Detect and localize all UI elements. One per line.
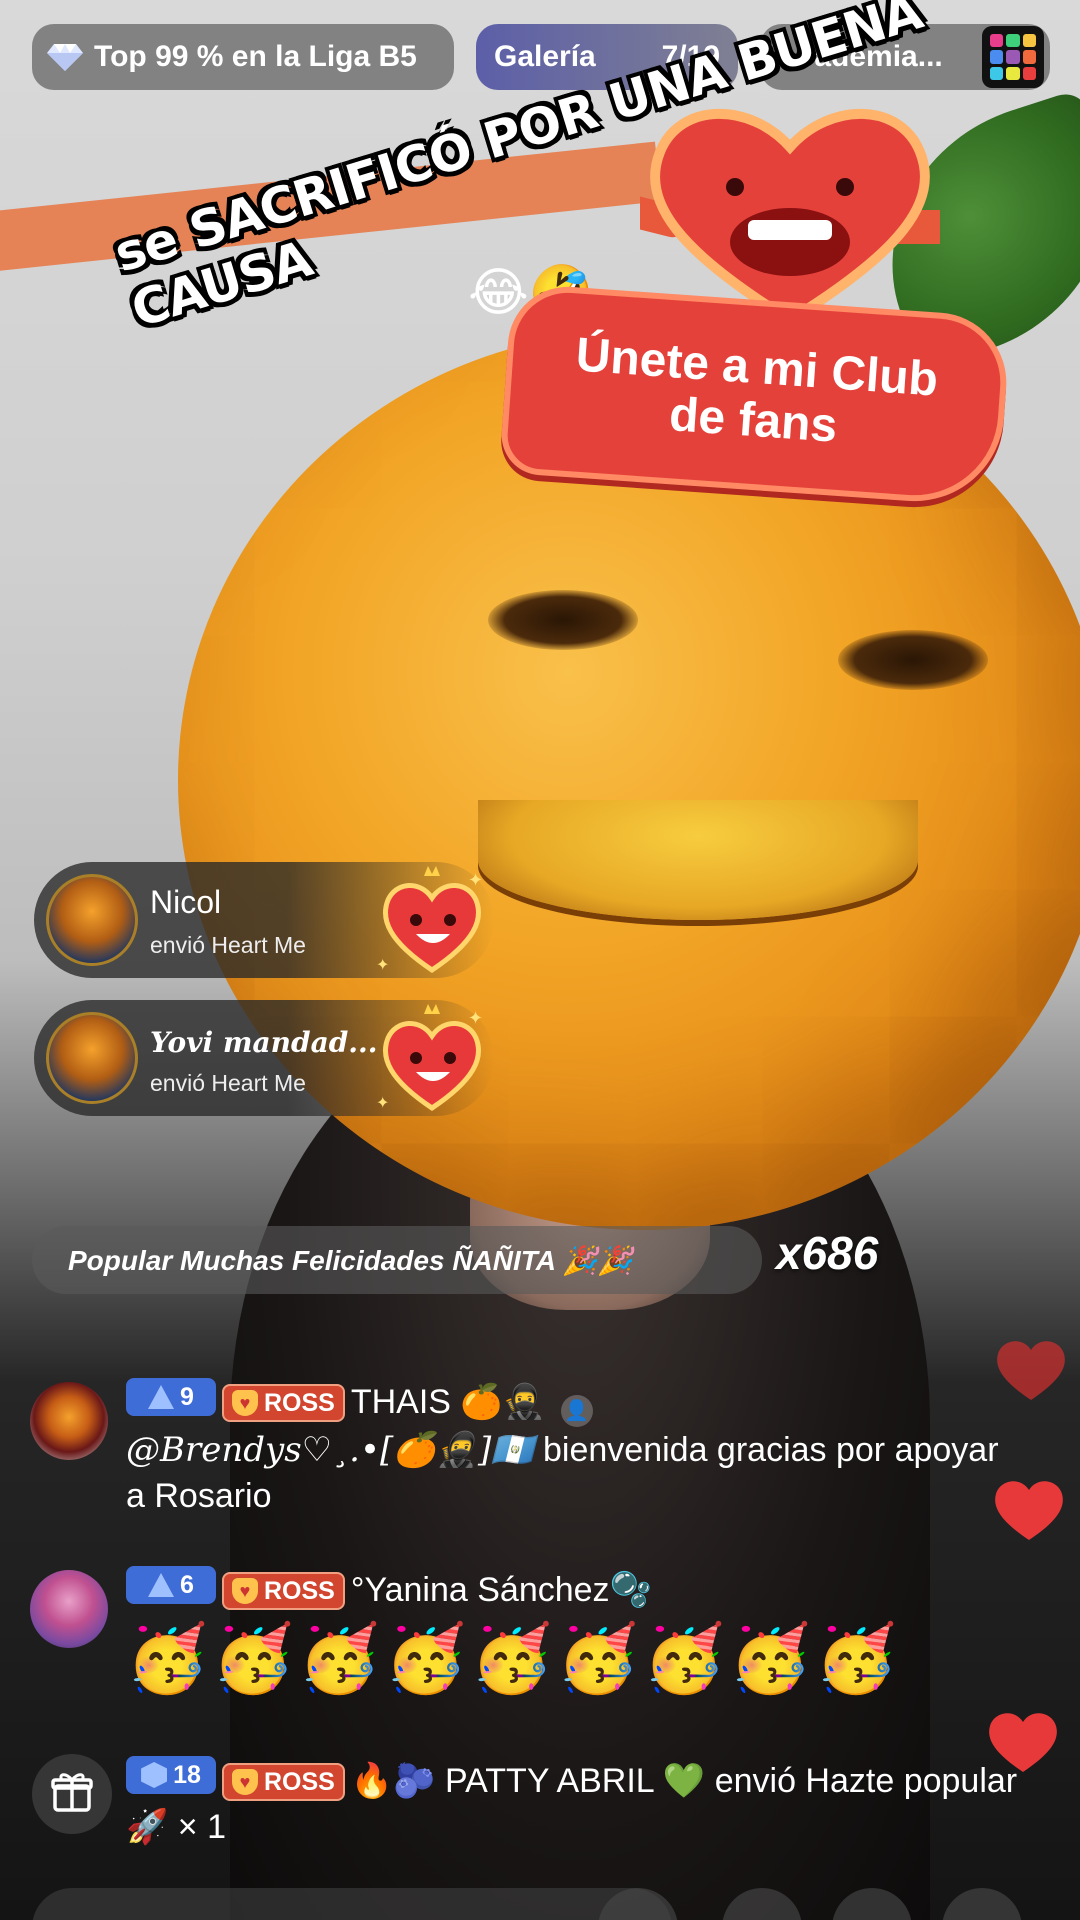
share-button[interactable]	[942, 1888, 1022, 1920]
fan-club-name: ROSS	[264, 1768, 335, 1796]
user-level-badge[interactable]: 18	[126, 1756, 216, 1794]
fan-club-name: ROSS	[264, 1389, 335, 1417]
fan-club-badge[interactable]: ♥ ROSS	[222, 1384, 345, 1422]
chat-username[interactable]: °Yanina Sánchez🫧	[351, 1571, 652, 1609]
bottom-action-bar	[32, 1888, 1080, 1920]
user-level-badge[interactable]: 9	[126, 1378, 216, 1416]
user-level-badge[interactable]: 6	[126, 1566, 216, 1604]
heart-me-icon: ✦ ✦	[372, 862, 492, 982]
league-rank-pill[interactable]: Top 99 % en la Liga B5	[32, 24, 454, 90]
like-button[interactable]	[832, 1888, 912, 1920]
chat-text: 🥳🥳🥳🥳🥳🥳🥳🥳🥳	[126, 1621, 902, 1695]
fan-club-name: ROSS	[264, 1577, 335, 1605]
hexagon-level-icon	[141, 1762, 168, 1788]
gift-sender-name: Yovi mandad...	[150, 1026, 378, 1059]
filter-eye-right	[838, 630, 988, 690]
user-level-value: 18	[173, 1761, 201, 1789]
gift-notification: Nicol envió Heart Me ✦ ✦	[34, 862, 494, 978]
popular-banner-text: Popular Muchas Felicidades ÑAÑITA 🎉🎉	[68, 1244, 633, 1276]
gallery-label: Galería	[494, 40, 596, 73]
league-rank-label: Top 99 % en la Liga B5	[94, 40, 417, 73]
fan-club-button[interactable]	[722, 1888, 802, 1920]
chat-message: 6 ♥ ROSS °Yanina Sánchez🫧 🥳🥳🥳🥳🥳🥳🥳🥳🥳	[30, 1566, 1020, 1716]
chat-message-body: 18 ♥ ROSS 🔥🫐 PATTY ABRIL 💚 envió Hazte p…	[126, 1756, 1020, 1850]
chat-username[interactable]: 🔥🫐 PATTY ABRIL 💚	[351, 1762, 705, 1800]
svg-text:✦: ✦	[468, 1008, 483, 1028]
popular-gift-banner: Popular Muchas Felicidades ÑAÑITA 🎉🎉	[32, 1226, 762, 1294]
chat-message: 9 ♥ ROSS THAIS 🍊🥷 👤 @Brendys♡¸.•[🍊🥷]🇬🇹 b…	[30, 1378, 1020, 1548]
chat-message: 18 ♥ ROSS 🔥🫐 PATTY ABRIL 💚 envió Hazte p…	[30, 1756, 1020, 1866]
gift-action: envió Heart Me	[150, 1070, 306, 1096]
fan-club-badge[interactable]: ♥ ROSS	[222, 1572, 345, 1610]
avatar[interactable]	[30, 1570, 108, 1648]
join-fan-club-button[interactable]: Únete a mi Club de fans	[498, 282, 1012, 508]
heart-me-icon: ✦ ✦	[372, 1000, 492, 1120]
gift-multiplier: x686	[776, 1227, 879, 1279]
join-fan-club-label: Únete a mi Club de fans	[574, 328, 940, 453]
triangle-level-icon	[148, 1385, 175, 1409]
user-level-value: 9	[180, 1383, 194, 1411]
chat-message-body: 6 ♥ ROSS °Yanina Sánchez🫧 🥳🥳🥳🥳🥳🥳🥳🥳🥳	[126, 1566, 1020, 1703]
chat-username[interactable]: THAIS 🍊🥷	[351, 1383, 545, 1421]
triangle-level-icon	[148, 1573, 175, 1597]
svg-text:✦: ✦	[376, 957, 389, 974]
gift-notification: Yovi mandad... envió Heart Me ✦ ✦	[34, 1000, 494, 1116]
filter-eye-left	[488, 590, 638, 650]
gift-box-icon	[50, 1770, 94, 1819]
fan-club-icon: ♥	[232, 1769, 258, 1795]
fan-club-badge[interactable]: ♥ ROSS	[222, 1763, 345, 1801]
diamond-icon	[46, 42, 84, 72]
person-icon: 👤	[560, 1395, 593, 1427]
gift-sender-name: Nicol	[150, 884, 222, 920]
svg-text:✦: ✦	[468, 870, 483, 890]
chat-message-body: 9 ♥ ROSS THAIS 🍊🥷 👤 @Brendys♡¸.•[🍊🥷]🇬🇹 b…	[126, 1378, 1020, 1519]
svg-text:✦: ✦	[376, 1095, 389, 1112]
comment-input[interactable]	[32, 1888, 672, 1920]
fan-club-icon: ♥	[232, 1390, 258, 1416]
avatar[interactable]	[46, 874, 138, 966]
gift-action: envió Heart Me	[150, 932, 306, 958]
fan-club-icon: ♥	[232, 1578, 258, 1604]
chat-mention[interactable]: @Brendys♡¸.•[🍊🥷]🇬🇹	[126, 1430, 534, 1470]
avatar[interactable]	[30, 1382, 108, 1460]
filter-mouth	[478, 800, 918, 920]
gift-button[interactable]	[32, 1754, 112, 1834]
avatar[interactable]	[46, 1012, 138, 1104]
user-level-value: 6	[180, 1571, 194, 1599]
